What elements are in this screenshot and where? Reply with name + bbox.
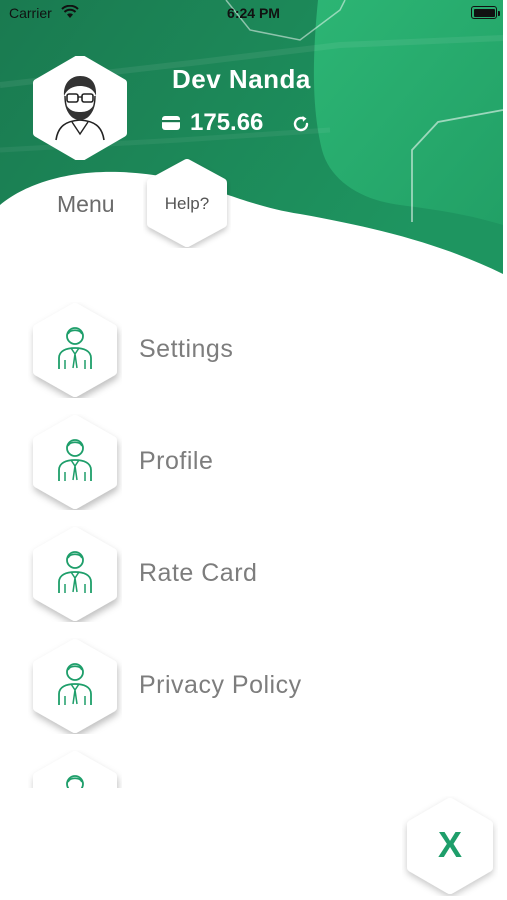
person-icon bbox=[66, 775, 84, 788]
person-icon bbox=[58, 439, 92, 481]
wallet-icon bbox=[162, 116, 180, 130]
user-name: Dev Nanda bbox=[172, 64, 311, 94]
menu-item-privacy-policy[interactable]: Privacy Policy bbox=[28, 638, 488, 734]
avatar[interactable] bbox=[30, 54, 130, 162]
menu-item-label: Rate Card bbox=[139, 559, 258, 587]
menu-item-partial[interactable] bbox=[28, 750, 488, 788]
status-bar: Carrier 6:24 PM bbox=[0, 0, 507, 28]
menu-title: Menu bbox=[57, 191, 115, 217]
close-label: X bbox=[437, 824, 462, 865]
menu-item-label: Settings bbox=[139, 335, 234, 363]
menu-item-settings[interactable]: Settings bbox=[28, 302, 488, 398]
menu-item-rate-card[interactable]: Rate Card bbox=[28, 526, 488, 622]
status-time: 6:24 PM bbox=[227, 5, 280, 21]
menu-item-label: Privacy Policy bbox=[139, 671, 302, 699]
help-button[interactable]: Help? bbox=[143, 158, 231, 248]
person-icon bbox=[58, 327, 92, 369]
help-label: Help? bbox=[164, 194, 210, 213]
person-icon bbox=[58, 663, 92, 705]
menu-list: Settings Profile Rate Card Privacy Polic… bbox=[0, 300, 507, 788]
menu-screen: Carrier 6:24 PM Dev Nanda 175.66 Menu He… bbox=[0, 0, 507, 900]
battery-icon bbox=[471, 6, 500, 19]
person-icon bbox=[58, 551, 92, 593]
menu-item-profile[interactable]: Profile bbox=[28, 414, 488, 510]
menu-item-label: Profile bbox=[139, 447, 214, 475]
refresh-icon[interactable] bbox=[290, 113, 312, 135]
close-button[interactable]: X bbox=[402, 796, 498, 896]
wallet-balance: 175.66 bbox=[190, 109, 264, 136]
